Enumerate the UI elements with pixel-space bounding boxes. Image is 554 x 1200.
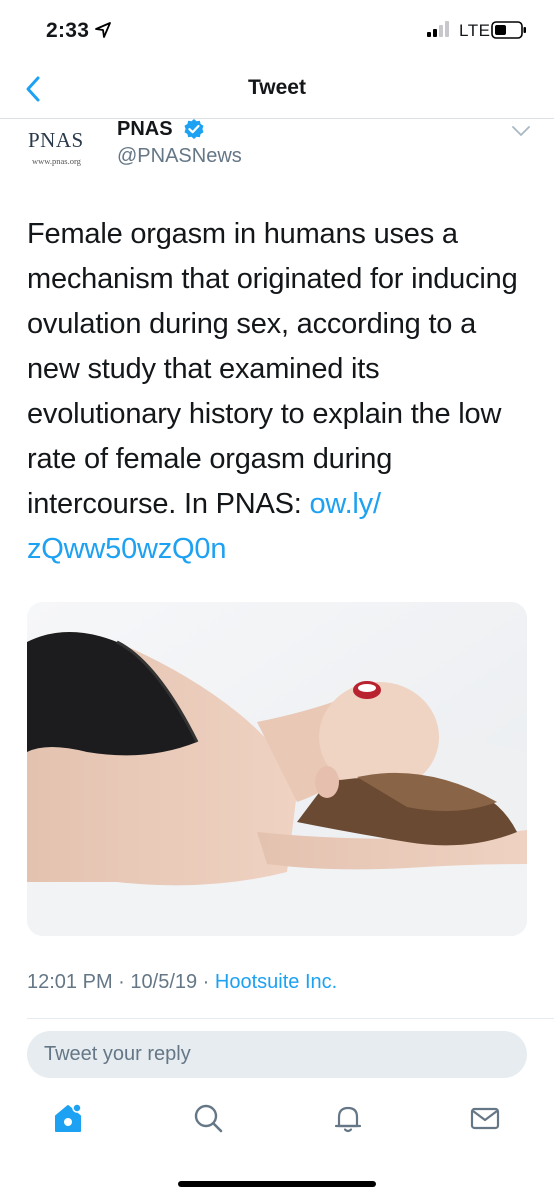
meta-separator: · <box>112 971 131 993</box>
location-arrow-icon <box>95 22 111 38</box>
avatar-logo-url: www.pnas.org <box>32 156 81 166</box>
home-icon[interactable] <box>50 1100 86 1136</box>
tweet-time: 12:01 PM <box>27 971 113 993</box>
tab-bar <box>0 1092 554 1152</box>
status-bar: 2:33 LTE <box>0 0 554 60</box>
reply-input[interactable]: Tweet your reply <box>27 1031 527 1078</box>
battery-icon <box>491 21 526 39</box>
page-title: Tweet <box>248 76 306 99</box>
meta-separator: · <box>197 971 215 993</box>
tweet-source-link[interactable]: Hootsuite Inc. <box>215 971 337 993</box>
tweet-date: 10/5/19 <box>130 971 198 993</box>
handle[interactable]: @PNASNews <box>117 145 242 168</box>
tweet-meta: 12:01 PM · 10/5/19 · Hootsuite Inc. <box>27 971 337 994</box>
chevron-down-icon[interactable] <box>511 124 531 138</box>
mail-icon[interactable] <box>467 1100 503 1136</box>
search-icon[interactable] <box>190 1100 226 1136</box>
avatar[interactable]: PNAS www.pnas.org <box>24 122 104 172</box>
reply-placeholder: Tweet your reply <box>44 1043 191 1065</box>
divider <box>27 1018 554 1019</box>
verified-badge-icon <box>184 119 204 139</box>
home-indicator[interactable] <box>178 1181 376 1187</box>
bell-icon[interactable] <box>330 1100 366 1136</box>
avatar-logo-text: PNAS <box>28 128 84 152</box>
status-time: 2:33 <box>46 19 90 42</box>
network-label: LTE <box>459 21 491 40</box>
display-name[interactable]: PNAS <box>117 118 173 141</box>
tweet-media-image[interactable] <box>27 602 527 936</box>
signal-bars-icon <box>427 21 449 37</box>
tweet-body: Female orgasm in humans uses a mechanism… <box>27 218 518 520</box>
media-illustration <box>27 602 527 936</box>
tweet-text: Female orgasm in humans uses a mechanism… <box>27 212 527 572</box>
nav-bar: Tweet <box>0 60 554 119</box>
